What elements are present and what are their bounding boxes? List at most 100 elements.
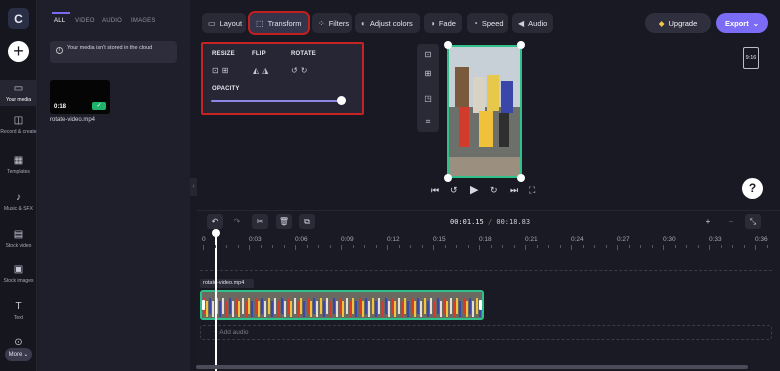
diamond-icon: ◆ <box>658 18 665 28</box>
duplicate-icon[interactable]: ⧉ <box>299 214 315 229</box>
audio-track[interactable] <box>200 325 772 340</box>
forward-icon[interactable]: ↻ <box>490 185 498 196</box>
flip-vertical-icon[interactable]: ◮ <box>262 66 271 75</box>
picture-in-picture-icon[interactable]: ◳ <box>417 94 439 103</box>
fullscreen-icon[interactable]: ⛶ <box>529 185 535 196</box>
clip-trim-handle-start[interactable] <box>202 300 205 310</box>
rotate-right-icon[interactable]: ↻ <box>301 66 311 75</box>
cloud-notice[interactable]: i Your media isn't stored in the cloud <box>50 41 177 63</box>
timeline-tick-mark <box>272 245 273 248</box>
clipchamp-logo[interactable]: C <box>8 8 29 29</box>
filmstrip-frame <box>254 292 267 318</box>
play-icon[interactable]: ▶ <box>470 183 478 196</box>
export-button[interactable]: Export ⌄ <box>716 13 768 33</box>
fade-label: Fade <box>438 18 456 28</box>
fade-button[interactable]: ◑ Fade <box>424 13 462 33</box>
redo-icon[interactable]: ↷ <box>229 214 245 229</box>
rewind-icon[interactable]: ↺ <box>450 185 458 196</box>
create-new-button[interactable]: + <box>8 41 29 62</box>
timeline-tick-mark <box>628 245 630 248</box>
timecode-total: 00:18.83 <box>496 218 531 226</box>
filmstrip-frame <box>371 292 384 318</box>
zoom-fit-icon[interactable]: ⤡ <box>745 214 761 229</box>
timeline-tick-mark <box>651 245 653 248</box>
video-preview[interactable] <box>447 45 522 178</box>
add-audio-label[interactable]: + Add audio <box>214 329 249 336</box>
timeline-tick-mark <box>203 245 204 250</box>
timeline-tick-mark <box>640 245 641 248</box>
fill-icon[interactable]: ⊞ <box>417 69 439 78</box>
opacity-slider[interactable] <box>211 100 342 102</box>
delete-icon[interactable]: 🗑 <box>276 214 292 229</box>
help-button[interactable]: ? <box>742 178 763 199</box>
aspect-ratio-button[interactable]: 9:16 <box>743 47 759 69</box>
rotate-left-icon[interactable]: ↺ <box>291 66 301 75</box>
flip-horizontal-icon[interactable]: ◭ <box>253 66 262 75</box>
playhead-knob[interactable] <box>212 229 220 237</box>
filters-button[interactable]: ⁘ Filters <box>312 13 352 33</box>
timeline-tick-mark <box>375 245 377 248</box>
rail-item-stock-images[interactable]: ▣ Stock images <box>0 264 37 284</box>
templates-icon: ▦ <box>13 155 24 166</box>
film-icon: ▤ <box>13 229 24 240</box>
audio-button[interactable]: ◀ Audio <box>512 13 553 33</box>
zoom-out-icon[interactable]: − <box>723 214 739 229</box>
camera-icon: ◫ <box>13 115 24 126</box>
resize-fill-icon[interactable]: ⊞ <box>222 66 232 75</box>
crop-icon[interactable]: ⌗ <box>417 117 439 127</box>
rail-item-templates[interactable]: ▦ Templates <box>0 155 37 175</box>
rail-item-stock-video[interactable]: ▤ Stock video <box>0 229 37 249</box>
timeline-tick-label: 0:30 <box>663 236 676 243</box>
timeline-tick-mark <box>582 245 584 248</box>
fit-icon[interactable]: ⊡ <box>417 50 439 59</box>
split-icon[interactable]: ✂ <box>252 214 268 229</box>
folder-icon: ▭ <box>13 83 24 94</box>
added-check-icon: ✓ <box>92 102 106 110</box>
skip-end-icon[interactable]: ⏭ <box>510 185 518 196</box>
rail-label: Templates <box>7 169 30 175</box>
undo-icon[interactable]: ↶ <box>207 214 223 229</box>
timeline-tick-mark <box>594 245 595 248</box>
adjust-colors-button[interactable]: ◐ Adjust colors <box>355 13 420 33</box>
timeline-tick-mark <box>260 245 262 248</box>
filmstrip-frame <box>293 292 306 318</box>
adjust-colors-label: Adjust colors <box>369 18 413 28</box>
more-button[interactable]: More ⌄ <box>5 348 32 361</box>
collapse-panel-handle[interactable]: ‹ <box>190 178 197 196</box>
resize-fit-icon[interactable]: ⊡ <box>212 66 222 75</box>
resize-handle-bl[interactable] <box>444 174 452 182</box>
resize-handle-tl[interactable] <box>444 41 452 49</box>
filmstrip-frame <box>280 292 293 318</box>
tab-audio[interactable]: AUDIO <box>102 18 122 24</box>
rail-item-text[interactable]: T Text <box>0 301 37 321</box>
brand-kit-icon: ⊙ <box>14 337 23 348</box>
timeline-tick-mark <box>398 245 400 248</box>
layout-button[interactable]: ▭ Layout <box>202 13 246 33</box>
tab-images[interactable]: IMAGES <box>131 18 156 24</box>
clip-trim-handle-end[interactable] <box>479 300 482 310</box>
rail-item-music[interactable]: ♪ Music & SFX <box>0 192 37 212</box>
resize-handle-br[interactable] <box>517 174 525 182</box>
resize-handle-tr[interactable] <box>517 41 525 49</box>
rail-item-your-media[interactable]: ▭ Your media <box>0 80 37 106</box>
opacity-slider-knob[interactable] <box>337 96 346 105</box>
timeline-tick-mark <box>444 245 446 248</box>
timeline-tick-mark <box>674 245 676 248</box>
timeline-tick-label: 0:21 <box>525 236 538 243</box>
filmstrip-frame <box>241 292 254 318</box>
upgrade-button[interactable]: ◆ Upgrade <box>645 13 711 33</box>
tab-all[interactable]: ALL <box>54 18 65 24</box>
zoom-in-icon[interactable]: + <box>700 214 716 229</box>
timeline-tick-mark <box>502 245 503 248</box>
timeline-tick-label: 0:24 <box>571 236 584 243</box>
transform-button[interactable]: ⬚ Transform <box>248 11 310 35</box>
tab-video[interactable]: VIDEO <box>75 18 95 24</box>
playhead[interactable] <box>215 230 217 371</box>
timeline-scrollbar[interactable] <box>196 365 748 369</box>
skip-start-icon[interactable]: ⏮ <box>431 185 439 196</box>
video-clip[interactable] <box>200 290 484 320</box>
timeline-tick-mark <box>732 245 733 248</box>
rail-item-record[interactable]: ◫ Record & create <box>0 115 37 135</box>
speed-icon: ◔ <box>473 18 478 28</box>
speed-button[interactable]: ◔ Speed <box>467 13 508 33</box>
